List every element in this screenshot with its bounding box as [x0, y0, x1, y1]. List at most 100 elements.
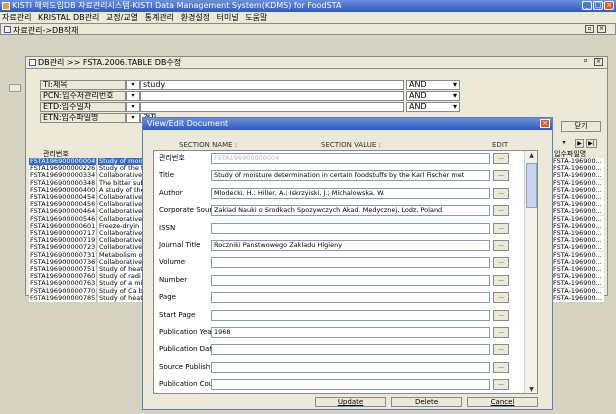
- field-value-input[interactable]: Mlodecki, H.; Hiller, A.; Iskrzyiski, J.…: [211, 187, 490, 199]
- maximize-button[interactable]: □: [593, 1, 603, 10]
- field-dropdown[interactable]: ▾: [126, 113, 140, 123]
- search-input[interactable]: [140, 91, 404, 101]
- close-icon[interactable]: ×: [597, 25, 606, 33]
- field-value-input[interactable]: [211, 361, 490, 373]
- table-row[interactable]: FSTA196900000456 Collaborative: [29, 201, 159, 209]
- file-name-cell[interactable]: FSTA-196900...: [552, 230, 604, 237]
- file-name-cell[interactable]: FSTA-196900...: [552, 273, 604, 281]
- operator-select[interactable]: AND: [406, 80, 460, 90]
- scroll-thumb[interactable]: [526, 163, 537, 208]
- field-value-input[interactable]: [211, 274, 490, 286]
- update-button[interactable]: Update: [315, 397, 386, 407]
- cancel-button[interactable]: Cancel: [467, 397, 538, 407]
- field-value-input[interactable]: [211, 222, 490, 234]
- dialog-scrollbar[interactable]: ▲ ▼: [524, 151, 537, 393]
- field-dropdown[interactable]: ▾: [126, 91, 140, 101]
- dialog-close-icon[interactable]: ×: [540, 119, 550, 128]
- file-name-cell[interactable]: FSTA-196900...: [552, 222, 604, 230]
- file-name-cell[interactable]: FSTA-196900...: [552, 194, 604, 201]
- menu-item[interactable]: 환경설정: [181, 13, 210, 22]
- table-row[interactable]: FSTA196900000770 Study of Ca b: [29, 287, 159, 295]
- file-name-cell[interactable]: FSTA-196900...: [552, 165, 604, 173]
- minimize-button[interactable]: _: [582, 1, 592, 10]
- table-row[interactable]: FSTA196900000731 Metabolism o: [29, 251, 159, 259]
- file-name-cell[interactable]: FSTA-196900...: [552, 237, 604, 245]
- table-row[interactable]: FSTA196900000348 The bitter sub: [29, 179, 159, 187]
- dropdown-icon[interactable]: ▾: [557, 139, 571, 148]
- operator-select[interactable]: AND: [406, 102, 460, 112]
- file-name-cell[interactable]: FSTA-196900...: [552, 294, 604, 302]
- edit-field-button[interactable]: ...: [493, 187, 509, 199]
- operator-select[interactable]: AND: [406, 91, 460, 101]
- file-name-cell[interactable]: FSTA-196900...: [552, 201, 604, 209]
- menu-item[interactable]: KRISTAL DB관리: [38, 13, 99, 22]
- field-value-input[interactable]: Study of moisture determination in certa…: [211, 170, 490, 182]
- table-row[interactable]: FSTA196900000546 Collaborative: [29, 215, 159, 223]
- table-row[interactable]: FSTA196900000763 Study of a mi: [29, 280, 159, 288]
- restore-icon[interactable]: ▫: [585, 25, 594, 33]
- field-value-input[interactable]: 1968: [211, 327, 490, 338]
- checkbox[interactable]: [9, 84, 21, 92]
- menu-item[interactable]: 자료관리: [2, 13, 31, 22]
- edit-field-button[interactable]: ...: [493, 292, 509, 304]
- scroll-up-icon[interactable]: ▲: [525, 151, 537, 161]
- table-row[interactable]: FSTA196900000785 Study of heat: [29, 294, 159, 302]
- table-row[interactable]: FSTA196900000723 Collaborative: [29, 244, 159, 252]
- edit-field-button[interactable]: ...: [493, 327, 509, 338]
- file-name-cell[interactable]: FSTA-196900...: [552, 251, 604, 259]
- field-value-input[interactable]: [211, 309, 490, 321]
- field-value-input[interactable]: [211, 257, 490, 269]
- field-value-input[interactable]: [211, 344, 490, 356]
- table-row[interactable]: FSTA196900000226 Study of the f: [29, 165, 159, 173]
- scroll-down-icon[interactable]: ▼: [525, 385, 537, 393]
- file-name-cell[interactable]: FSTA-196900...: [552, 172, 604, 180]
- edit-field-button[interactable]: ...: [493, 379, 509, 391]
- table-row[interactable]: FSTA196900000601 Freeze-dryin: [29, 222, 159, 230]
- table-row[interactable]: FSTA196900000454 Collaborative: [29, 194, 159, 201]
- edit-field-button[interactable]: ...: [493, 309, 509, 321]
- table-row[interactable]: FSTA196900000004 Study of mois: [29, 158, 159, 165]
- table-row[interactable]: FSTA196900000400 A study of the: [29, 186, 159, 194]
- table-row[interactable]: FSTA196900000736 Collaborative: [29, 258, 159, 266]
- edit-field-button[interactable]: ...: [493, 205, 509, 217]
- file-name-cell[interactable]: FSTA-196900...: [552, 208, 604, 216]
- delete-button[interactable]: Delete: [391, 397, 462, 407]
- file-name-cell[interactable]: FSTA-196900...: [552, 266, 604, 273]
- menu-item[interactable]: 도움말: [245, 13, 267, 22]
- edit-field-button[interactable]: ...: [493, 222, 509, 234]
- file-name-cell[interactable]: FSTA-196900...: [552, 244, 604, 252]
- file-name-cell[interactable]: FSTA-196900...: [552, 179, 604, 187]
- close-icon[interactable]: ×: [594, 58, 603, 66]
- table-row[interactable]: FSTA196900000334 Collaborative: [29, 172, 159, 180]
- edit-field-button[interactable]: ...: [493, 361, 509, 373]
- field-dropdown[interactable]: ▾: [126, 102, 140, 112]
- search-input[interactable]: study: [140, 80, 404, 90]
- menu-item[interactable]: 터미널: [217, 13, 239, 22]
- edit-field-button[interactable]: ...: [493, 240, 509, 251]
- field-value-input[interactable]: Zaklad Nauki o Srodkach Spozywczych Akad…: [211, 205, 490, 217]
- menu-item[interactable]: 통계관리: [145, 13, 174, 22]
- close-button-2[interactable]: 닫기: [561, 121, 601, 132]
- table-row[interactable]: FSTA196900000760 Study of radi: [29, 273, 159, 281]
- field-dropdown[interactable]: ▾: [126, 80, 140, 90]
- edit-field-button[interactable]: ...: [493, 153, 509, 164]
- table-row[interactable]: FSTA196900000717 Collaborative: [29, 230, 159, 237]
- restore-icon[interactable]: ▫: [581, 58, 590, 66]
- last-page-icon[interactable]: ▶|: [586, 139, 597, 148]
- next-page-icon[interactable]: ▶: [575, 139, 584, 148]
- close-button[interactable]: ×: [604, 1, 614, 10]
- file-name-cell[interactable]: FSTA-196900...: [552, 215, 604, 223]
- search-input[interactable]: [140, 102, 404, 112]
- file-name-cell[interactable]: FSTA-196900...: [552, 287, 604, 295]
- menu-item[interactable]: 교정/교열: [106, 13, 138, 22]
- file-name-cell[interactable]: FSTA-196900...: [552, 258, 604, 266]
- edit-field-button[interactable]: ...: [493, 274, 509, 286]
- edit-field-button[interactable]: ...: [493, 344, 509, 356]
- table-row[interactable]: FSTA196900000464 Collaborative: [29, 208, 159, 216]
- edit-field-button[interactable]: ...: [493, 170, 509, 182]
- field-value-input[interactable]: [211, 379, 490, 391]
- field-value-input[interactable]: Roczniki Panstwowego Zakladu Higieny: [211, 240, 490, 251]
- table-row[interactable]: FSTA196900000719 Collaborative: [29, 237, 159, 245]
- file-name-cell[interactable]: FSTA-196900...: [552, 280, 604, 288]
- field-value-input[interactable]: [211, 292, 490, 304]
